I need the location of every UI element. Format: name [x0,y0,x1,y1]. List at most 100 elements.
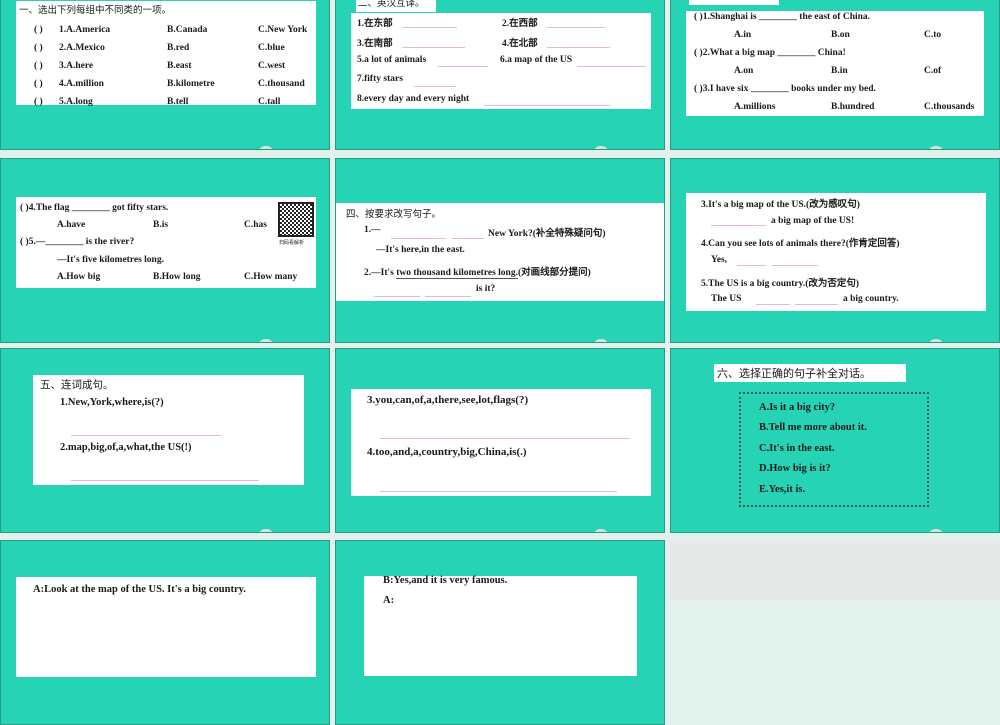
sentence: 5.The US is a big country.(改为否定句) [701,279,860,289]
qr-code-icon[interactable] [278,202,314,237]
dialogue-line: B:Yes,and it is very famous. [383,575,508,586]
qr-caption: 扫码看解析 [279,240,305,246]
slide-8[interactable]: 3.you,can,of,a,there,see,lot,flags(?) 4.… [335,348,665,533]
slide-marker [259,529,273,532]
slide-1[interactable]: 一、选出下列每组中不同类的一项。 ( ) 1.A.America B.Canada C… [0,0,330,150]
answer-bracket: ( ) [34,97,43,107]
question: ( )4.The flag ________ got fifty stars. [20,203,169,213]
option: B.How long [153,272,201,282]
sentence: New York?(补全特殊疑问句) [488,229,606,239]
empty-slot [670,540,1000,600]
section-title: 六、选择正确的句子补全对话。 [717,367,871,380]
slide-3[interactable]: ( )1.Shanghai is ________ the east of Ch… [670,0,1000,150]
option: B.kilometre [167,79,215,89]
answer-line [402,27,457,28]
answer-line [737,265,766,266]
slide-7[interactable]: 五、连词成句。 1.New,York,where,is(?) 2.map,big… [0,348,330,533]
option: A.in [734,30,752,40]
content-box [686,11,984,116]
option: A.on [734,66,754,76]
answer-line [71,435,221,436]
sentence: 3.you,can,of,a,there,see,lot,flags(?) [367,394,529,406]
slide-marker [929,146,943,149]
slide-marker [594,146,608,149]
sentence: The US [711,294,742,304]
sentence: Yes, [711,255,728,265]
slide-5[interactable]: 四、按要求改写句子。 1.— New York?(补全特殊疑问句) —It's … [335,158,665,343]
answer-line [438,66,488,67]
question: ( )2.What a big map ________ China! [694,48,846,58]
option: C.It's in the east. [759,443,835,454]
answer-line [795,304,838,305]
option: C.to [924,30,942,40]
slide-9[interactable]: 六、选择正确的句子补全对话。 A.Is it a big city? B.Tel… [670,348,1000,533]
answer-bracket: ( ) [34,79,43,89]
item: 7.fifty stars [357,74,403,84]
answer-line [402,47,465,48]
option: B.red [167,43,190,53]
answer-line [484,105,610,106]
section-title: 四、按要求改写句子。 [346,209,442,220]
answer-line [380,438,630,439]
answer-line [380,491,617,492]
sentence: 4.too,and,a,country,big,China,is(.) [367,446,527,458]
answer-line [452,238,484,239]
sentence: is it? [476,284,496,294]
option: B.Canada [167,25,208,35]
answer-bracket: ( ) [34,25,43,35]
item: 3.在南部 [357,39,393,49]
item: 4.在北部 [502,39,538,49]
content-box [364,576,637,676]
option: A.Is it a big city? [759,402,836,413]
answer-line [772,265,818,266]
slide-6[interactable]: 3.It's a big map of the US.(改为感叹句) a big… [670,158,1000,343]
option: A.How big [57,272,101,282]
option: A.have [57,220,86,230]
option: B.in [831,66,848,76]
item: 5.a lot of animals [357,55,427,65]
slide-2[interactable]: 二、英汉互译。 1.在东部 2.在西部 3.在南部 4.在北部 5.a lot … [335,0,665,150]
dialogue-line: A: [383,595,395,606]
slide-11[interactable]: B:Yes,and it is very famous. A: [335,540,665,725]
sentence: 4.Can you see lots of animals there?(作肯定… [701,239,900,249]
content-box [16,1,316,105]
slide-10[interactable]: A:Look at the map of the US. It's a big … [0,540,330,725]
answer-text: —It's five kilometres long. [57,255,164,265]
sentence: 3.It's a big map of the US.(改为感叹句) [701,200,860,210]
answer-line [391,238,446,239]
option: A.millions [734,102,776,112]
section-title: 五、连词成句。 [40,379,114,391]
slide-marker [929,529,943,532]
option: B.east [167,61,192,71]
option: B.on [831,30,850,40]
section-title: 一、选出下列每组中不同类的一项。 [19,5,172,16]
question: ( )3.I have six ________ books under my … [694,84,876,94]
dialogue-line: A:Look at the map of the US. It's a big … [33,584,246,595]
option: E.Yes,it is. [759,484,806,495]
option: 4.A.million [59,79,104,89]
item: 6.a map of the US [500,55,573,65]
option: C.How many [244,272,298,282]
answer-bracket: ( ) [34,43,43,53]
slide-marker [259,339,273,342]
slide-4[interactable]: ( )4.The flag ________ got fifty stars. … [0,158,330,343]
option: 3.A.here [59,61,94,71]
slide-marker [259,146,273,149]
sentence: 2.map,big,of,a,what,the US(!) [60,442,192,453]
option: C.blue [258,43,285,53]
answer-line [756,304,790,305]
item: 1.在东部 [357,19,393,29]
option: D.How big is it? [759,463,831,474]
answer-line [414,86,456,87]
title-tab [689,0,779,5]
option: 5.A.long [59,97,93,107]
option: B.hundred [831,102,875,112]
slide-marker [594,339,608,342]
sentence: 1.New,York,where,is(?) [60,397,164,408]
slide-marker [594,529,608,532]
option: C.thousands [924,102,975,112]
slide-marker [929,339,943,342]
sentence: 2.—It's two thousand kilometres long.(对画… [364,268,591,279]
answer-line [71,480,259,481]
section-title: 二、英汉互译。 [358,0,425,9]
